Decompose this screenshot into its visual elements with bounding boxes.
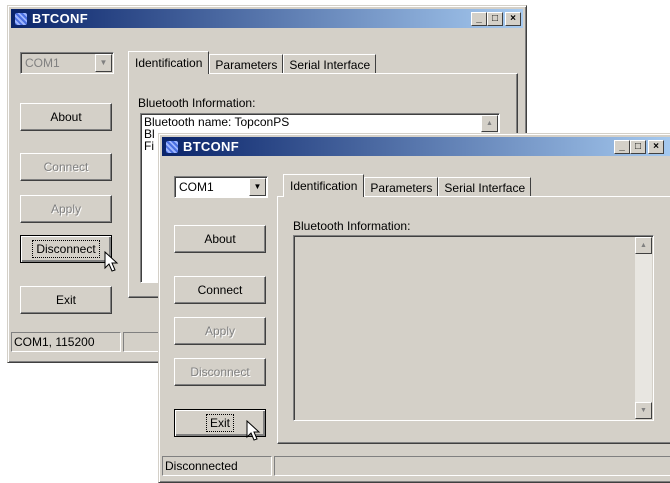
about-button[interactable]: About — [20, 103, 112, 131]
apply-button[interactable]: Apply — [20, 195, 112, 223]
connect-button[interactable]: Connect — [20, 153, 112, 181]
status-bar: Disconnected — [162, 456, 670, 476]
minimize-icon[interactable]: _ — [471, 11, 487, 26]
status-text: Disconnected — [162, 456, 272, 476]
exit-button[interactable]: Exit — [20, 286, 112, 314]
bluetooth-info-label: Bluetooth Information: — [138, 96, 256, 110]
tab-serial-interface[interactable]: Serial Interface — [283, 54, 377, 74]
about-button[interactable]: About — [174, 225, 266, 253]
minimize-icon[interactable]: _ — [614, 139, 630, 154]
mouse-cursor-icon — [104, 251, 119, 272]
scroll-up-icon[interactable]: ▲ — [635, 237, 652, 254]
disconnect-button[interactable]: Disconnect — [20, 235, 112, 263]
status-panel-empty — [274, 456, 670, 476]
chevron-down-icon[interactable]: ▼ — [95, 54, 112, 72]
tab-strip: Identification Parameters Serial Interfa… — [128, 51, 377, 74]
mouse-cursor-icon — [246, 420, 261, 441]
port-select-value: COM1 — [25, 56, 60, 70]
tab-serial-interface[interactable]: Serial Interface — [438, 177, 532, 197]
app-icon — [165, 140, 179, 154]
tab-identification[interactable]: Identification — [283, 174, 365, 197]
chevron-down-icon[interactable]: ▼ — [249, 178, 266, 196]
tab-parameters[interactable]: Parameters — [364, 177, 439, 197]
bluetooth-info-text: ▲ ▼ — [293, 235, 654, 421]
tab-parameters[interactable]: Parameters — [209, 54, 284, 74]
port-select[interactable]: COM1 ▼ — [174, 176, 268, 198]
window-title: BTCONF — [32, 11, 88, 26]
port-select-value: COM1 — [179, 180, 214, 194]
window-title: BTCONF — [183, 139, 239, 154]
close-icon[interactable]: × — [648, 139, 664, 154]
scrollbar[interactable]: ▲ ▼ — [635, 237, 652, 419]
disconnect-button[interactable]: Disconnect — [174, 358, 266, 386]
maximize-icon[interactable]: □ — [630, 139, 646, 154]
tab-panel: Bluetooth Information: ▲ ▼ — [277, 196, 670, 444]
front-window-titlebar[interactable]: BTCONF _ □ × — [162, 137, 670, 156]
bluetooth-info-label: Bluetooth Information: — [293, 219, 411, 233]
scroll-down-icon[interactable]: ▼ — [635, 402, 652, 419]
info-line: Bluetooth name: TopconPS — [144, 115, 290, 129]
close-icon[interactable]: × — [505, 11, 521, 26]
tab-strip: Identification Parameters Serial Interfa… — [283, 174, 532, 197]
scroll-up-icon[interactable]: ▲ — [481, 115, 498, 132]
tab-identification[interactable]: Identification — [128, 51, 210, 74]
connect-button[interactable]: Connect — [174, 276, 266, 304]
maximize-icon[interactable]: □ — [487, 11, 503, 26]
port-select[interactable]: COM1 ▼ — [20, 52, 114, 74]
front-window: BTCONF _ □ × COM1 ▼ About Connect Apply … — [158, 133, 670, 483]
apply-button[interactable]: Apply — [174, 317, 266, 345]
status-text: COM1, 115200 — [11, 332, 121, 352]
app-icon — [14, 12, 28, 26]
back-window-titlebar[interactable]: BTCONF _ □ × — [11, 9, 523, 28]
